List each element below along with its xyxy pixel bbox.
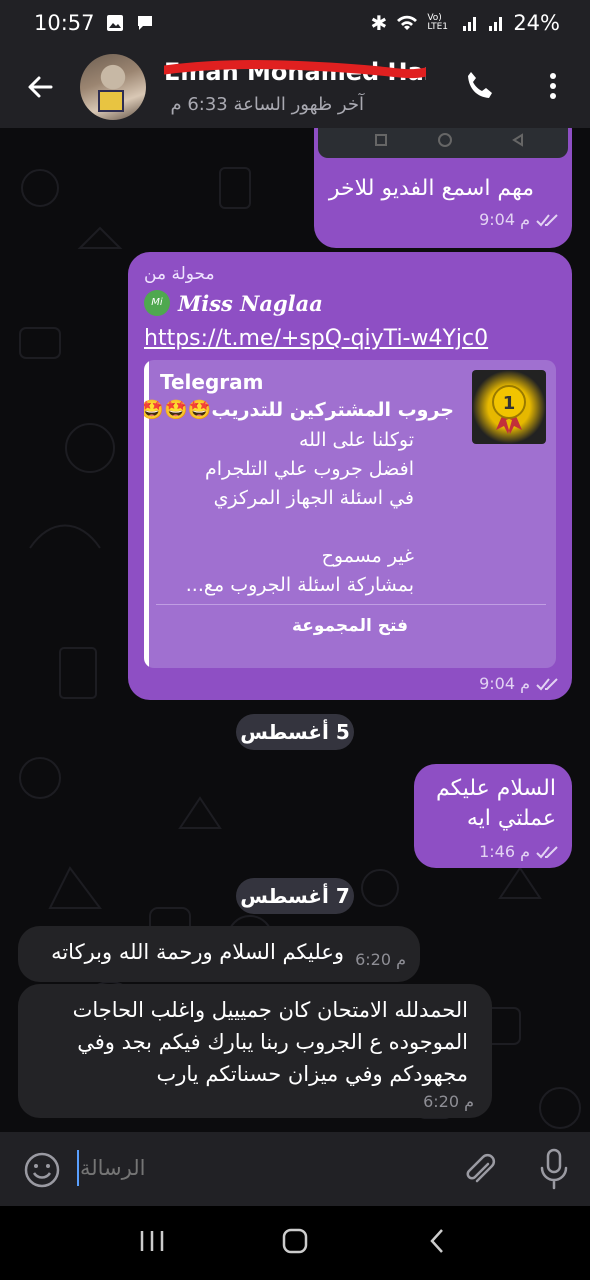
avatar[interactable] xyxy=(80,54,146,120)
message-time: 6:20 م xyxy=(423,1092,474,1111)
message-meta: 9:04 م xyxy=(479,210,562,229)
preview-title: جروب المشتركين للتدريب🤩🤩🤩 xyxy=(144,399,454,421)
gallery-notification-icon xyxy=(106,15,123,31)
desc-line: توكلنا على الله xyxy=(298,429,414,451)
battery-level: 24% xyxy=(513,11,560,35)
message-meta: 9:04 م xyxy=(479,674,562,693)
message-time: 6:20 م xyxy=(355,950,406,969)
contact-info[interactable]: Eman Mohamed Ham آخر ظهور الساعة 6:33 م xyxy=(164,52,426,122)
message-input[interactable] xyxy=(80,1148,440,1188)
message-text: وعليكم السلام ورحمة الله وبركاته xyxy=(51,940,344,964)
desc-line xyxy=(154,513,414,542)
bluetooth-icon: ✱ xyxy=(370,11,388,35)
message-meta: 6:20 م xyxy=(423,1092,474,1111)
forwarded-source[interactable]: Mi Miss Naglaa xyxy=(144,290,323,316)
message-text: الحمدلله الامتحان كان جميييل واغلب الحاج… xyxy=(28,994,468,1090)
text-line: مجهودكم وفي ميزان حسناتكم يارب xyxy=(156,1062,469,1086)
double-check-icon xyxy=(536,213,558,226)
source-avatar-icon: Mi xyxy=(144,290,170,316)
clock: 10:57 xyxy=(34,11,95,35)
message-time: 9:04 م xyxy=(479,210,530,229)
desc-line: بمشاركة اسئلة الجروب مع... xyxy=(185,574,414,596)
desc-line: افضل جروب علي التلجرام xyxy=(205,458,414,480)
android-nav-preview-icon xyxy=(375,133,523,147)
link-preview[interactable]: 1 Telegram جروب المشتركين للتدريب🤩🤩🤩 توك… xyxy=(144,360,556,668)
message-bubble-outgoing[interactable]: مهم اسمع الفديو للاخر 9:04 م xyxy=(314,128,572,248)
message-time: 1:46 م xyxy=(479,842,530,861)
recent-apps-button[interactable] xyxy=(137,1226,167,1260)
text-line: الموجوده ع الجروب ربنا يبارك فيكم بجد وف… xyxy=(77,1030,468,1054)
back-button[interactable] xyxy=(0,46,80,128)
forwarded-from-name: Miss Naglaa xyxy=(178,290,323,316)
network-label: Vo) LTE1 xyxy=(427,13,448,32)
more-options-button[interactable] xyxy=(538,66,568,106)
signal-1-icon xyxy=(463,17,477,31)
text-line: الحمدلله الامتحان كان جميييل واغلب الحاج… xyxy=(72,998,468,1022)
open-group-button[interactable]: فتح المجموعة xyxy=(144,616,556,636)
preview-description: توكلنا على الله افضل جروب علي التلجرام ف… xyxy=(154,426,414,600)
home-button[interactable] xyxy=(280,1226,310,1260)
recent-apps-icon xyxy=(140,1231,163,1251)
arrow-left-icon xyxy=(28,76,53,98)
desc-line: في اسئلة الجهاز المركزي xyxy=(213,487,414,509)
phone-icon xyxy=(468,72,492,98)
voice-button[interactable] xyxy=(534,1146,574,1192)
chat-notification-icon xyxy=(137,16,152,30)
svg-text:1: 1 xyxy=(503,393,516,414)
emoji-button[interactable] xyxy=(22,1150,62,1190)
video-thumbnail[interactable] xyxy=(318,128,568,158)
date-separator: 7 أغسطس xyxy=(236,878,354,914)
emoji-icon xyxy=(24,1152,60,1188)
message-bubble-incoming[interactable]: الحمدلله الامتحان كان جميييل واغلب الحاج… xyxy=(18,984,492,1118)
chat-area[interactable]: مهم اسمع الفديو للاخر 9:04 م محولة من Mi… xyxy=(0,128,590,1132)
message-bubble-incoming[interactable]: وعليكم السلام ورحمة الله وبركاته 6:20 م xyxy=(18,926,420,982)
chevron-left-icon xyxy=(430,1229,444,1253)
last-seen: آخر ظهور الساعة 6:33 م xyxy=(170,94,364,115)
medal-icon: 1 xyxy=(492,385,526,434)
message-meta: 1:46 م xyxy=(479,842,562,861)
message-text: السلام عليكم عملتي ايه xyxy=(416,774,556,834)
preview-site: Telegram xyxy=(160,370,264,394)
paperclip-icon xyxy=(466,1153,496,1183)
message-bubble-forwarded[interactable]: محولة من Mi Miss Naglaa https://t.me/+sp… xyxy=(128,252,572,700)
desc-line: غير مسموح xyxy=(321,545,414,567)
text-line: عملتي ايه xyxy=(466,806,556,831)
status-bar: 10:57 ✱ Vo) LTE1 24% xyxy=(0,0,590,46)
message-input-bar xyxy=(0,1132,590,1206)
message-meta: 6:20 م xyxy=(355,950,406,969)
attach-button[interactable] xyxy=(460,1150,500,1190)
preview-divider xyxy=(156,604,546,605)
preview-thumbnail: 1 xyxy=(472,370,546,444)
chat-header: Eman Mohamed Ham آخر ظهور الساعة 6:33 م xyxy=(0,46,590,128)
double-check-icon xyxy=(536,677,558,690)
wifi-icon xyxy=(397,15,418,30)
message-bubble-outgoing[interactable]: السلام عليكم عملتي ايه 1:46 م xyxy=(414,764,572,868)
system-navigation-bar xyxy=(0,1206,590,1280)
more-vertical-icon xyxy=(550,73,556,99)
home-icon xyxy=(282,1228,308,1254)
system-back-button[interactable] xyxy=(423,1226,453,1260)
message-text: مهم اسمع الفديو للاخر xyxy=(328,176,534,201)
date-separator: 5 أغسطس xyxy=(236,714,354,750)
call-button[interactable] xyxy=(460,66,500,106)
redaction-scribble xyxy=(164,60,426,79)
signal-2-icon xyxy=(489,17,503,31)
forwarded-label: محولة من xyxy=(144,264,215,284)
double-check-icon xyxy=(536,845,558,858)
message-time: 9:04 م xyxy=(479,674,530,693)
text-line: السلام عليكم xyxy=(435,776,556,801)
text-cursor xyxy=(77,1150,79,1186)
microphone-icon xyxy=(540,1148,568,1190)
message-link[interactable]: https://t.me/+spQ-qiyTi-w4Yjc0 xyxy=(144,326,488,351)
